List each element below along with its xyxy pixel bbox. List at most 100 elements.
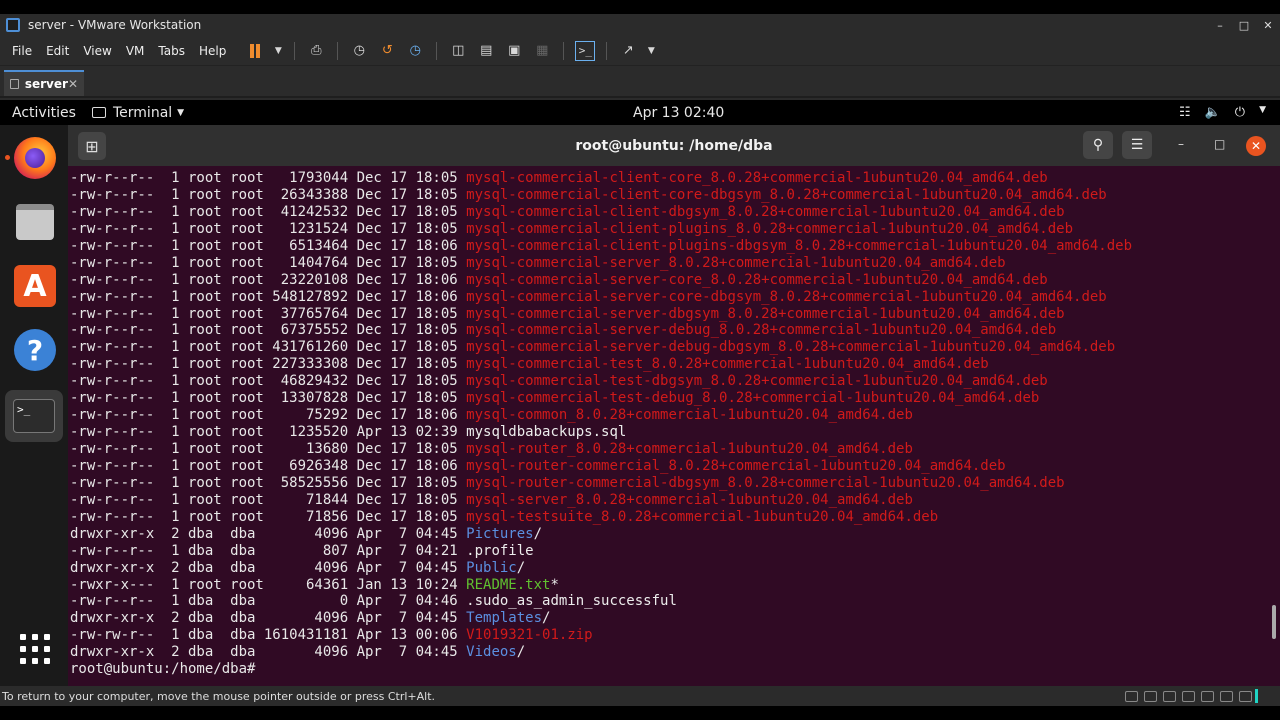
file-meta: drwxr-xr-x 2 dba dba 4096 Apr 7 04:45 (70, 644, 467, 661)
guest-screen[interactable]: Activities Terminal ▼ Apr 13 02:40 ☷ 🔈 ⏻… (0, 100, 1280, 686)
snapshot-icon[interactable]: ◷ (349, 41, 369, 61)
vmware-icon (6, 18, 20, 32)
terminal-line: -rw-r--r-- 1 root root 71844 Dec 17 18:0… (70, 492, 1280, 509)
terminal-line: -rw-r--r-- 1 root root 46829432 Dec 17 1… (70, 373, 1280, 390)
console-view-icon[interactable]: ▤ (476, 41, 496, 61)
maximize-button[interactable]: □ (1232, 19, 1256, 32)
file-meta: -rw-r--r-- 1 root root 71844 Dec 17 18:0… (70, 491, 467, 508)
file-meta: -rw-r--r-- 1 root root 431761260 Dec 17 … (70, 339, 467, 356)
toolbar-divider (606, 41, 608, 60)
menu-file[interactable]: File (5, 44, 39, 58)
file-suffix: * (550, 576, 559, 593)
tab-server[interactable]: server ✕ (4, 70, 84, 96)
terminal-line: -rw-r--r-- 1 root root 26343388 Dec 17 1… (70, 187, 1280, 204)
menu-edit[interactable]: Edit (39, 44, 76, 58)
file-name: mysql-commercial-server-core_8.0.28+comm… (466, 271, 1048, 288)
system-tray[interactable]: ☷ 🔈 ⏻ ▼ (1179, 105, 1266, 120)
maximize-button[interactable]: □ (1214, 137, 1225, 151)
file-meta: -rw-r--r-- 1 dba dba 807 Apr 7 04:21 (70, 542, 467, 559)
terminal-window[interactable]: ⊞ root@ubuntu: /home/dba ⚲ ☰ – □ ✕ -rw-r… (68, 125, 1280, 686)
app-menu-label: Terminal (113, 104, 173, 121)
chevron-down-icon[interactable]: ▼ (273, 41, 283, 61)
app-menu[interactable]: Terminal ▼ (92, 105, 184, 121)
terminal-line: -rw-r--r-- 1 root root 23220108 Dec 17 1… (70, 272, 1280, 289)
software-icon[interactable]: A (14, 265, 56, 307)
file-name: mysql-commercial-server-core-dbgsym_8.0.… (466, 288, 1107, 305)
terminal-line: -rw-r--r-- 1 root root 67375552 Dec 17 1… (70, 322, 1280, 339)
terminal-line: -rw-r--r-- 1 root root 41242532 Dec 17 1… (70, 204, 1280, 221)
vm-icon (10, 79, 19, 89)
help-icon[interactable]: ? (14, 329, 56, 371)
minimize-button[interactable]: – (1178, 137, 1184, 151)
terminal-line: -rw-r--r-- 1 root root 13307828 Dec 17 1… (70, 390, 1280, 407)
terminal-line: -rw-r--r-- 1 root root 13680 Dec 17 18:0… (70, 441, 1280, 458)
terminal-view-icon[interactable]: >_ (575, 40, 596, 61)
menu-view[interactable]: View (76, 44, 118, 58)
revert-snapshot-icon[interactable]: ↺ (377, 41, 397, 61)
toolbar-divider (337, 41, 339, 60)
show-apps-icon[interactable] (20, 634, 50, 664)
terminal-line: -rw-r--r-- 1 root root 58525556 Dec 17 1… (70, 475, 1280, 492)
file-name: mysql-commercial-server_8.0.28+commercia… (466, 254, 1006, 271)
terminal-icon[interactable]: >_ (5, 390, 63, 442)
terminal-line: -rw-r--r-- 1 root root 227333308 Dec 17 … (70, 356, 1280, 373)
file-suffix: / (516, 644, 526, 661)
clock[interactable]: Apr 13 02:40 (633, 105, 724, 121)
terminal-line: -rw-r--r-- 1 root root 6513464 Dec 17 18… (70, 238, 1280, 255)
network-icon: ☷ (1178, 105, 1191, 120)
library-icon[interactable]: ◫ (448, 41, 468, 61)
file-meta: drwxr-xr-x 2 dba dba 4096 Apr 7 04:45 (70, 610, 467, 627)
chevron-down-icon[interactable]: ▼ (646, 41, 656, 61)
status-indicator (1255, 689, 1258, 703)
terminal-line: -rw-r--r-- 1 dba dba 807 Apr 7 04:21 .pr… (70, 543, 1280, 560)
files-icon[interactable] (14, 201, 56, 243)
hdd-icon (1125, 690, 1138, 702)
file-meta: -rw-r--r-- 1 root root 13680 Dec 17 18:0… (70, 441, 467, 457)
minimize-button[interactable]: – (1208, 19, 1232, 32)
terminal-output[interactable]: -rw-r--r-- 1 root root 1793044 Dec 17 18… (68, 166, 1280, 686)
file-meta: -rw-r--r-- 1 root root 1231524 Dec 17 18… (70, 220, 467, 237)
gnome-topbar: Activities Terminal ▼ Apr 13 02:40 ☷ 🔈 ⏻… (0, 100, 1280, 125)
close-window-button[interactable]: ✕ (1256, 19, 1280, 32)
running-indicator (5, 155, 10, 160)
file-name: mysqldbabackups.sql (466, 424, 627, 441)
terminal-line: -rw-r--r-- 1 root root 1235520 Apr 13 02… (70, 424, 1280, 441)
file-name: V1019321-01.zip (466, 627, 593, 644)
sound-icon (1201, 690, 1214, 702)
file-meta: drwxr-xr-x 2 dba dba 4096 Apr 7 04:45 (70, 559, 467, 576)
stretch-icon[interactable]: ↗ (618, 41, 638, 61)
window-title: server - VMware Workstation (28, 18, 202, 32)
toolbar-divider (436, 41, 438, 60)
activities-button[interactable]: Activities (0, 105, 92, 121)
terminal-line: -rw-r--r-- 1 root root 1404764 Dec 17 18… (70, 255, 1280, 272)
menu-help[interactable]: Help (192, 44, 233, 58)
unity-icon[interactable]: ▦ (532, 41, 552, 61)
file-meta: drwxr-xr-x 2 dba dba 4096 Apr 7 04:45 (70, 525, 467, 542)
menu-vm[interactable]: VM (119, 44, 152, 58)
file-name: Public (466, 559, 517, 576)
fullscreen-icon[interactable]: ▣ (504, 41, 524, 61)
file-meta: -rw-r--r-- 1 root root 1235520 Apr 13 02… (70, 424, 467, 441)
file-meta: -rw-r--r-- 1 root root 26343388 Dec 17 1… (70, 186, 467, 203)
terminal-line: -rw-r--r-- 1 root root 75292 Dec 17 18:0… (70, 407, 1280, 424)
close-button[interactable]: ✕ (1246, 136, 1266, 156)
file-name: .profile (466, 542, 534, 559)
file-meta: -rw-r--r-- 1 root root 6926348 Dec 17 18… (70, 457, 467, 474)
vmware-menubar: File Edit View VM Tabs Help ▼ ⎙ ◷ ↺ ◷ ◫ … (0, 36, 1280, 66)
shell-prompt[interactable]: root@ubuntu:/home/dba# (70, 661, 1280, 678)
file-name: README.txt (466, 576, 551, 593)
pause-icon[interactable] (245, 41, 265, 61)
scrollbar[interactable] (1272, 605, 1276, 639)
menu-tabs[interactable]: Tabs (151, 44, 192, 58)
close-icon[interactable]: ✕ (68, 77, 78, 91)
search-icon[interactable]: ⚲ (1083, 131, 1113, 159)
file-meta: -rw-r--r-- 1 root root 548127892 Dec 17 … (70, 288, 467, 305)
send-ctrl-alt-del-icon[interactable]: ⎙ (306, 41, 326, 61)
file-meta: -rwxr-x--- 1 root root 64361 Jan 13 10:2… (70, 576, 467, 593)
terminal-line: drwxr-xr-x 2 dba dba 4096 Apr 7 04:45 Vi… (70, 644, 1280, 661)
hamburger-icon[interactable]: ☰ (1122, 131, 1152, 159)
firefox-icon[interactable] (14, 137, 56, 179)
device-icons[interactable] (1125, 690, 1252, 702)
network-icon (1163, 690, 1176, 702)
snapshot-manager-icon[interactable]: ◷ (405, 41, 425, 61)
